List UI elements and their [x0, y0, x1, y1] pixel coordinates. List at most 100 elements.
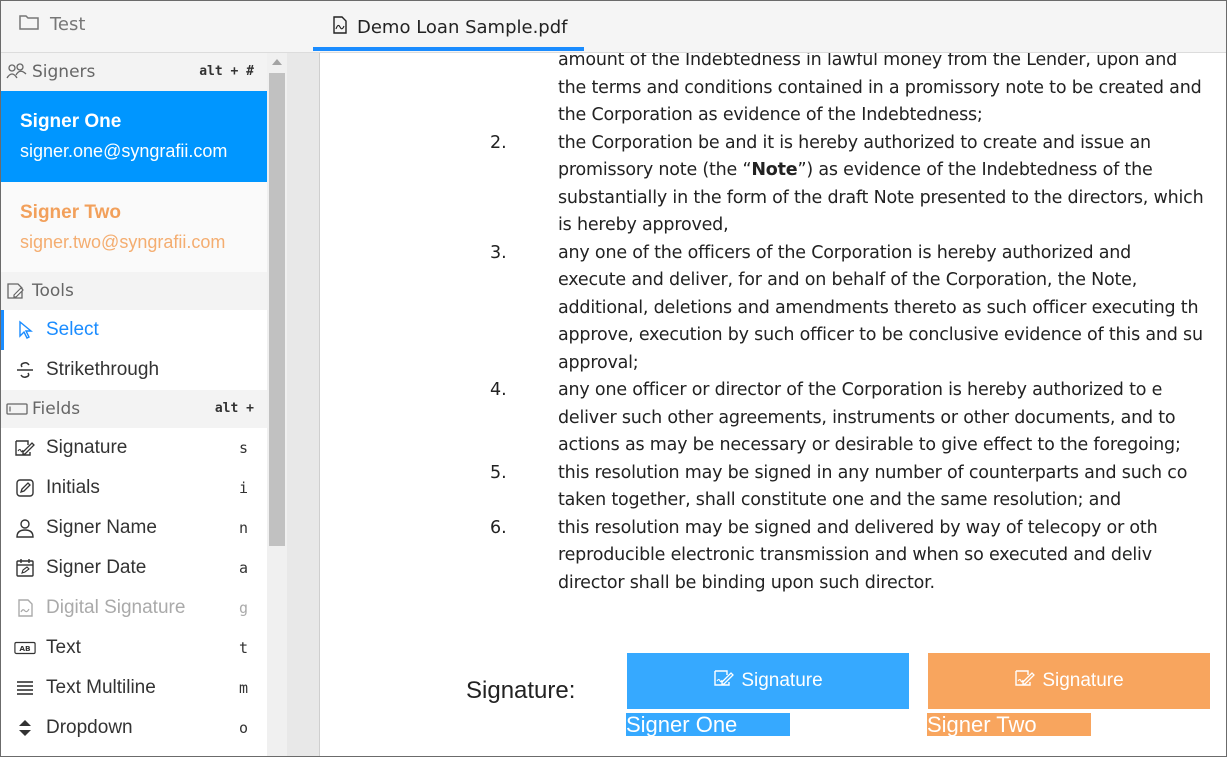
list-number: 4. [490, 380, 507, 400]
field-signer-name-key: n [238, 519, 248, 537]
document-line: the Corporation as evidence of the Indeb… [558, 105, 983, 125]
document-line-text: promissory note (the “ [558, 160, 752, 180]
sidebar: Signers alt + # Signer One signer.one@sy… [1, 53, 267, 756]
field-signature[interactable]: Signature s [1, 428, 267, 468]
document-line: director shall be binding upon such dire… [558, 572, 935, 593]
document-gutter [287, 53, 320, 756]
document-line-bold: Note [751, 160, 798, 180]
field-initials-key: i [238, 479, 248, 497]
signer-email: signer.one@syngrafii.com [20, 141, 228, 161]
fields-shortcut: alt + [214, 401, 254, 416]
field-text-multiline-label: Text Multiline [46, 677, 156, 698]
tool-select[interactable]: Select [1, 310, 267, 350]
document-line: this resolution may be signed in any num… [558, 462, 1188, 483]
document-line: any one officer or director of the Corpo… [558, 380, 1163, 400]
field-digital-signature-key: g [238, 599, 248, 617]
signature-icon [713, 668, 735, 694]
document-line: approval; [558, 352, 639, 373]
document-line: amount of the Indebtedness in lawful mon… [558, 53, 1177, 70]
signer-email: signer.two@syngrafii.com [20, 232, 226, 252]
document-line: the Corporation be and it is hereby auth… [558, 132, 1151, 153]
tab-document-label: Demo Loan Sample.pdf [357, 16, 568, 38]
tool-strikethrough-label: Strikethrough [46, 359, 160, 380]
document-page: amount of the Indebtedness in lawful mon… [321, 53, 1226, 756]
signature-line-label: Signature: [466, 677, 576, 704]
signer-item-one[interactable]: Signer One signer.one@syngrafii.com [1, 91, 267, 182]
signature-icon [14, 437, 36, 459]
list-number: 6. [490, 517, 507, 538]
field-text-label: Text [46, 637, 81, 658]
field-digital-signature[interactable]: Digital Signature g [1, 588, 267, 628]
lines-icon [14, 677, 36, 699]
signers-shortcut: alt + # [199, 64, 254, 79]
field-text-key: t [238, 639, 248, 657]
sidebar-scrollbar[interactable] [267, 53, 287, 756]
svg-text:AB: AB [19, 644, 31, 653]
field-initials-label: Initials [46, 477, 100, 498]
field-dropdown-key: o [238, 719, 248, 737]
field-signature-key: s [238, 439, 248, 457]
signature-field-signer-two[interactable]: Signature [928, 653, 1210, 709]
list-number: 2. [490, 132, 507, 153]
tool-strikethrough[interactable]: Strikethrough [1, 350, 267, 390]
signer-name: Signer Two [20, 202, 121, 223]
document-line: promissory note (the “Note”) as evidence… [558, 160, 1153, 180]
field-text-multiline-key: m [238, 679, 248, 697]
signature-field-signer-one[interactable]: Signature [627, 653, 909, 709]
pen-box-icon [14, 477, 36, 499]
signature-field-label: Signature [1042, 670, 1124, 691]
document-line: additional, deletions and amendments the… [558, 297, 1199, 318]
document-line: actions as may be necessary or desirable… [558, 435, 1181, 455]
tab-document[interactable]: Demo Loan Sample.pdf [313, 1, 584, 53]
scrollbar-thumb[interactable] [269, 73, 285, 546]
document-line: reproducible electronic transmission and… [558, 545, 1152, 565]
field-signer-date-label: Signer Date [46, 557, 147, 578]
signature-field-label: Signature [741, 670, 823, 691]
field-signature-label: Signature [46, 437, 128, 458]
person-icon [14, 517, 36, 539]
list-number: 5. [490, 462, 507, 483]
active-tab-indicator [313, 47, 584, 51]
tools-header: Tools [1, 272, 267, 310]
signature-signer-tag-two: Signer Two [927, 713, 1091, 736]
field-signer-date[interactable]: Signer Date a [1, 548, 267, 588]
tab-folder-test[interactable]: Test [19, 13, 85, 35]
field-signer-name-label: Signer Name [46, 517, 157, 538]
field-text[interactable]: AB Text t [1, 628, 267, 668]
digital-signature-icon [14, 597, 36, 619]
field-initials[interactable]: Initials i [1, 468, 267, 508]
document-line: any one of the officers of the Corporati… [558, 242, 1132, 263]
document-line: taken together, shall constitute one and… [558, 490, 1121, 510]
document-line: approve, execution by such officer to be… [558, 325, 1203, 345]
dropdown-icon [14, 717, 36, 739]
field-text-multiline[interactable]: Text Multiline m [1, 668, 267, 708]
pdf-file-icon [333, 15, 347, 39]
tool-select-label: Select [46, 319, 99, 340]
scroll-up-arrow-icon[interactable] [272, 59, 282, 65]
document-line-text: ”) as evidence of the Indebtedness of th… [797, 160, 1153, 180]
folder-icon [19, 13, 39, 36]
field-box-icon [6, 400, 28, 418]
list-number: 3. [490, 242, 507, 263]
document-line: this resolution may be signed and delive… [558, 517, 1158, 538]
document-line: the terms and conditions contained in a … [558, 77, 1202, 98]
people-icon [6, 63, 28, 81]
text-box-icon: AB [14, 637, 36, 659]
signers-header: Signers alt + # [1, 53, 267, 91]
tab-bar: Test Demo Loan Sample.pdf [1, 1, 1226, 53]
field-signer-name[interactable]: Signer Name n [1, 508, 267, 548]
field-signer-date-key: a [238, 559, 248, 577]
field-digital-signature-label: Digital Signature [46, 597, 186, 618]
cursor-icon [14, 319, 36, 341]
tools-icon [6, 282, 28, 300]
tab-folder-label: Test [50, 13, 86, 35]
app-window: Test Demo Loan Sample.pdf Signers alt + … [0, 0, 1227, 757]
document-line: execute and deliver, for and on behalf o… [558, 270, 1138, 290]
document-line: substantially in the form of the draft N… [558, 187, 1204, 208]
signer-item-two[interactable]: Signer Two signer.two@syngrafii.com [1, 182, 267, 272]
field-dropdown[interactable]: Dropdown o [1, 708, 267, 748]
calendar-icon [14, 557, 36, 579]
tools-header-label: Tools [32, 281, 74, 301]
document-line: deliver such other agreements, instrumen… [558, 407, 1176, 428]
signature-signer-tag-one: Signer One [626, 713, 790, 736]
